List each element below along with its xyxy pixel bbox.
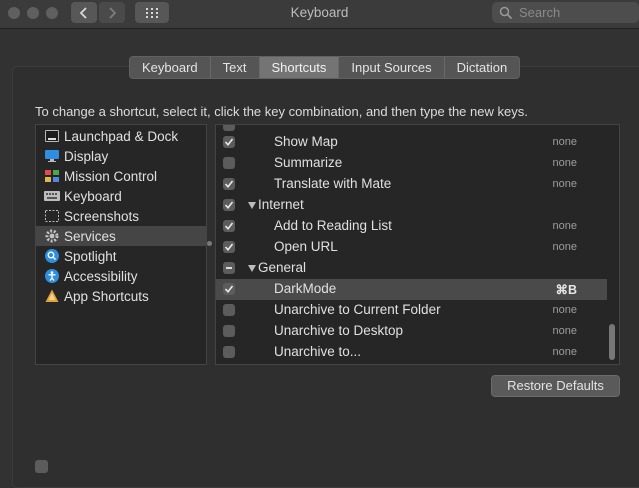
category-keyboard[interactable]: Keyboard [36, 186, 206, 206]
shortcut-label: Summarize [274, 155, 343, 170]
category-screenshots[interactable]: Screenshots [36, 206, 206, 226]
screenshots-icon [44, 209, 60, 223]
shortcut-group-row[interactable]: General [216, 258, 607, 279]
tab-shortcuts[interactable]: Shortcuts [259, 57, 340, 78]
shortcut-label: Unarchive to Current Folder [274, 302, 441, 317]
category-label: Accessibility [64, 268, 138, 284]
checkbox[interactable] [223, 136, 235, 148]
shortcut-label: DarkMode [274, 281, 337, 296]
checkmark-icon [224, 201, 234, 210]
category-mission-control[interactable]: Mission Control [36, 166, 206, 186]
shortcut-label: Translate with Mate [274, 176, 392, 191]
category-display[interactable]: Display [36, 146, 206, 166]
shortcut-key[interactable]: none [553, 241, 577, 253]
tab-bar: Keyboard Text Shortcuts Input Sources Di… [129, 56, 521, 79]
group-label: Internet [258, 197, 304, 212]
shortcut-row[interactable]: Summarize none [216, 153, 607, 174]
shortcut-row[interactable]: DarkMode ⌘B [216, 279, 607, 300]
shortcut-row[interactable]: Unarchive to Desktop none [216, 321, 607, 342]
shortcut-key[interactable]: none [553, 220, 577, 232]
disclosure-triangle-icon[interactable] [248, 265, 256, 272]
category-services[interactable]: Services [36, 226, 206, 246]
shortcut-label: Unarchive to... [274, 344, 362, 359]
search-input[interactable] [519, 5, 629, 20]
disclosure-triangle-icon[interactable] [248, 202, 256, 209]
search-icon [499, 6, 513, 19]
category-label: Launchpad & Dock [64, 128, 179, 144]
shortcut-key[interactable]: none [553, 178, 577, 190]
shortcut-row[interactable]: Translate with Mate none [216, 174, 607, 195]
checkmark-icon [224, 222, 234, 231]
shortcut-row[interactable]: Add to Reading List none [216, 216, 607, 237]
checkbox[interactable] [223, 346, 235, 358]
shortcut-label: Unarchive to Desktop [274, 323, 404, 338]
shortcut-key[interactable]: none [553, 346, 577, 358]
category-launchpad-dock[interactable]: Launchpad & Dock [36, 126, 206, 146]
checkmark-icon [224, 138, 234, 147]
accessibility-icon [44, 269, 60, 283]
checkbox[interactable] [223, 325, 235, 337]
shortcut-row[interactable]: Open URL none [216, 237, 607, 258]
tab-dictation[interactable]: Dictation [445, 57, 520, 78]
checkbox[interactable] [223, 283, 235, 295]
checkbox[interactable] [35, 460, 48, 473]
checkbox[interactable] [223, 220, 235, 232]
group-label: General [258, 260, 307, 275]
category-label: Mission Control [64, 168, 158, 184]
title-bar: Keyboard [0, 0, 639, 29]
launchpad-dock-icon [44, 129, 60, 143]
gear-icon [44, 229, 60, 243]
checkmark-icon [224, 285, 234, 294]
shortcut-list-scrollbar[interactable] [607, 124, 618, 364]
shortcut-key[interactable]: none [553, 304, 577, 316]
shortcut-label: Add to Reading List [274, 218, 392, 233]
shortcut-row[interactable]: Show Map none [216, 132, 607, 153]
shortcut-key[interactable]: none [553, 325, 577, 337]
shortcut-row[interactable]: Unarchive to Current Folder none [216, 300, 607, 321]
shortcut-list: Show Map none Summarize none Translate w… [215, 124, 620, 365]
shortcut-label: Show Map [274, 134, 338, 149]
shortcut-row[interactable]: Unarchive to... none [216, 342, 607, 363]
tab-keyboard[interactable]: Keyboard [130, 57, 211, 78]
search-field[interactable] [492, 2, 639, 23]
restore-defaults-button[interactable]: Restore Defaults [491, 375, 620, 397]
checkbox[interactable] [223, 262, 235, 274]
keyboard-icon [44, 189, 60, 203]
checkbox[interactable] [223, 241, 235, 253]
category-label: Services [64, 228, 116, 244]
display-icon [44, 149, 60, 163]
checkbox[interactable] [223, 178, 235, 190]
split-view-divider[interactable] [207, 241, 212, 246]
shortcut-key[interactable]: none [553, 136, 577, 148]
category-label: Spotlight [64, 248, 117, 264]
checkbox[interactable] [223, 125, 235, 131]
tab-text[interactable]: Text [211, 57, 260, 78]
mixed-state-icon [226, 267, 232, 269]
category-app-shortcuts[interactable]: App Shortcuts [36, 286, 206, 306]
checkbox[interactable] [223, 304, 235, 316]
category-label: Display [64, 148, 109, 164]
category-label: App Shortcuts [64, 288, 149, 304]
shortcut-key[interactable]: ⌘B [555, 282, 577, 297]
category-label: Screenshots [64, 208, 140, 224]
category-label: Keyboard [64, 188, 122, 204]
checkbox[interactable] [223, 199, 235, 211]
category-accessibility[interactable]: Accessibility [36, 266, 206, 286]
shortcut-label: Open URL [274, 239, 338, 254]
app-shortcuts-icon [44, 289, 60, 303]
spotlight-icon [44, 249, 60, 263]
checkbox[interactable] [223, 157, 235, 169]
shortcut-group-row[interactable]: Internet [216, 195, 607, 216]
shortcut-category-list: Launchpad & Dock Display Mission Control… [35, 124, 207, 365]
category-spotlight[interactable]: Spotlight [36, 246, 206, 266]
checkmark-icon [224, 180, 234, 189]
tab-input-sources[interactable]: Input Sources [339, 57, 445, 78]
instructions-text: To change a shortcut, select it, click t… [35, 104, 528, 119]
scrollbar-thumb[interactable] [609, 324, 615, 360]
mission-control-icon [44, 169, 60, 183]
checkmark-icon [224, 243, 234, 252]
shortcut-key[interactable]: none [553, 157, 577, 169]
